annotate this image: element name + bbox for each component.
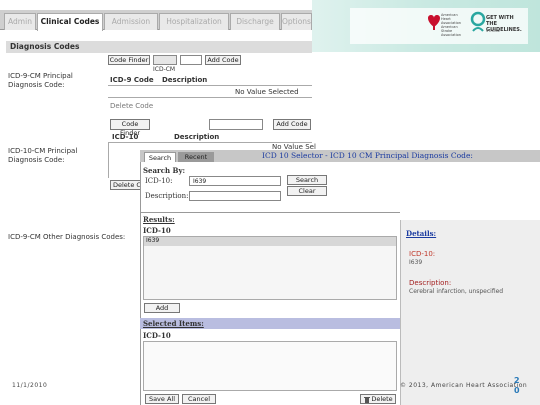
tab-bar: Admin Clinical Codes Admission Hospitali…	[0, 10, 312, 31]
divider	[140, 212, 400, 213]
tab-clinical-codes[interactable]: Clinical Codes	[37, 13, 103, 31]
search-button[interactable]: Search	[287, 175, 327, 185]
results-column-header: ICD-10	[143, 226, 171, 235]
clear-button[interactable]: Clear	[287, 186, 327, 196]
tab-hospitalization[interactable]: Hospitalization	[159, 13, 229, 30]
icd9-code-column: ICD-9 Code	[110, 76, 154, 84]
details-title: Details:	[406, 229, 437, 238]
tab-label: Search	[148, 154, 172, 162]
icd10-column: ICD-10	[112, 133, 139, 141]
tab-label: Admission	[111, 17, 151, 26]
aha-logo-text: American Heart Association American Stro…	[441, 13, 461, 37]
delete-button-label: Delete	[371, 395, 393, 403]
icd9-code-field-2[interactable]	[180, 55, 202, 65]
icd10-input-value: I639	[193, 178, 207, 185]
tab-discharge[interactable]: Discharge	[230, 13, 280, 30]
icd10-code-field[interactable]	[209, 119, 263, 130]
icd10-search-input[interactable]: I639	[189, 176, 281, 186]
tab-label: Hospitalization	[166, 17, 222, 26]
icd9-other-label: ICD-9-CM Other Diagnosis Codes:	[8, 233, 126, 241]
icd-cm-label: ICD-CM	[153, 66, 176, 73]
footer-copyright: © 2013, American Heart Association	[400, 382, 528, 389]
list-item[interactable]: I639	[144, 237, 396, 246]
page-number: 20	[514, 376, 520, 395]
add-code-button[interactable]: Add Code	[205, 55, 241, 65]
stroke-text: STROKE	[486, 29, 501, 33]
tab-label: Recent	[184, 153, 208, 161]
tab-label: Options	[282, 17, 311, 26]
add-button[interactable]: Add	[144, 303, 180, 313]
description-label: Description:	[145, 192, 189, 200]
footer-date: 11/1/2010	[12, 382, 48, 389]
results-label: Results:	[143, 215, 175, 224]
divider	[108, 85, 312, 86]
tab-label: Admin	[8, 17, 32, 26]
result-code: I639	[146, 237, 160, 244]
save-all-button[interactable]: Save All	[145, 394, 179, 404]
details-code-label: ICD-10:	[409, 250, 436, 258]
details-code-value: I639	[409, 259, 423, 266]
tab-admin[interactable]: Admin	[4, 13, 36, 30]
delete-code-link[interactable]: Delete Code	[110, 102, 153, 110]
divider	[108, 97, 312, 98]
no-value-selected: No Value Selected	[235, 88, 299, 96]
tab-label: Clinical Codes	[40, 17, 100, 26]
gwtg-swoosh-icon	[470, 11, 486, 32]
icd9-principal-label: ICD-9-CM Principal Diagnosis Code:	[8, 72, 73, 89]
details-description-value: Cerebral infarction, unspecified	[409, 288, 504, 295]
icd10-label: ICD-10:	[145, 177, 173, 185]
search-by-label: Search By:	[143, 166, 186, 175]
icd10-principal-label: ICD-10-CM Principal Diagnosis Code:	[8, 147, 78, 164]
selected-column-header: ICD-10	[143, 331, 171, 340]
tab-search[interactable]: Search	[144, 152, 176, 162]
add-code-button-icd10[interactable]: Add Code	[273, 119, 311, 130]
selected-items-label: Selected Items:	[143, 319, 204, 328]
cancel-button[interactable]: Cancel	[182, 394, 216, 404]
selected-items-list[interactable]	[143, 341, 397, 391]
description-column-2: Description	[174, 133, 220, 141]
description-column: Description	[162, 76, 208, 84]
tab-admission[interactable]: Admission	[104, 13, 158, 30]
trash-icon	[364, 397, 370, 403]
details-description-label: Description:	[409, 279, 452, 287]
divider	[108, 142, 109, 178]
tab-label: Discharge	[236, 17, 274, 26]
tab-options[interactable]: Options	[281, 13, 312, 30]
tab-recent[interactable]: Recent	[178, 152, 214, 162]
dialog-title: ICD 10 Selector - ICD 10 CM Principal Di…	[262, 151, 473, 160]
icd9-code-field-1[interactable]	[153, 55, 177, 65]
diagnosis-codes-header: Diagnosis Codes	[6, 41, 312, 53]
description-search-input[interactable]	[189, 191, 281, 201]
code-finder-button[interactable]: Code Finder	[108, 55, 150, 65]
code-finder-button-icd10[interactable]: Code Finder	[110, 119, 150, 137]
delete-code-button[interactable]: Delete C	[110, 180, 142, 190]
results-list[interactable]: I639	[143, 236, 397, 300]
